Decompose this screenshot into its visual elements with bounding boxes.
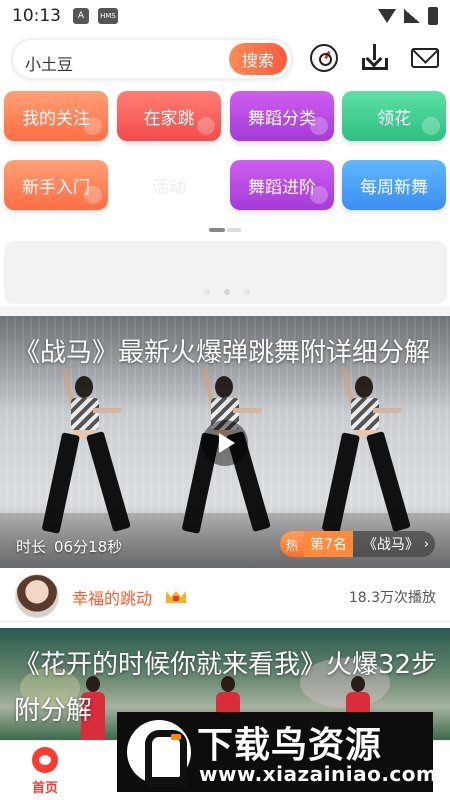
banner-carousel[interactable]: [4, 241, 447, 304]
download-icon[interactable]: [361, 44, 389, 72]
battery-icon: [428, 7, 438, 25]
category-events[interactable]: 活动: [117, 160, 221, 210]
avatar[interactable]: [15, 574, 59, 618]
category-beginner[interactable]: 新手入门: [4, 160, 108, 210]
a-notification-icon: A: [73, 8, 89, 24]
status-time: 10:13: [12, 6, 61, 26]
category-dance-at-home[interactable]: 在家跳: [117, 91, 221, 141]
category-label: 舞蹈进阶: [248, 177, 316, 198]
status-indicators: [378, 7, 438, 25]
watermark-overlay: 下载鸟资源 www.xiazainiao.com: [117, 712, 437, 792]
search-value: 小土豆: [25, 55, 74, 74]
category-claim-flowers[interactable]: 领花: [342, 91, 446, 141]
category-my-follows[interactable]: 我的关注: [4, 91, 108, 141]
category-label: 在家跳: [143, 108, 195, 129]
play-icon[interactable]: [202, 420, 248, 466]
status-bar: 10:13 A HMS: [0, 0, 450, 32]
category-label: 领花: [377, 108, 411, 129]
category-label: 活动: [152, 177, 186, 198]
dancer-decoration-icon: [197, 117, 215, 135]
video-title: 《战马》最新火爆弹跳舞附详细分解: [14, 338, 431, 368]
section-divider: [0, 306, 450, 316]
category-label: 新手入门: [22, 177, 90, 198]
category-page-indicator: [209, 228, 241, 232]
duration-value: 06分18秒: [54, 538, 123, 556]
heart-decoration-icon: [84, 117, 102, 135]
rank-song-name: 《战马》: [362, 537, 419, 553]
grid-decoration-icon: [310, 117, 328, 135]
top-header: 小土豆 搜索: [0, 34, 450, 84]
nav-home-label: 首页: [31, 781, 58, 796]
watermark-bird-logo-icon: [127, 720, 191, 787]
arrow-decoration-icon: [310, 186, 328, 204]
signal-icon: [404, 9, 420, 23]
music-disc-icon[interactable]: [310, 44, 338, 72]
category-label: 我的关注: [22, 108, 90, 129]
author-name[interactable]: 幸福的跳动: [72, 585, 152, 609]
category-advanced[interactable]: 舞蹈进阶: [230, 160, 334, 210]
book-decoration-icon: [84, 186, 102, 204]
hot-badge: 热: [280, 531, 304, 557]
video-card[interactable]: 《战马》最新火爆弹跳舞附详细分解 时长 06分18秒 热 第7名 《战马》 ›: [0, 316, 450, 568]
duration-label: 时长: [16, 538, 47, 556]
category-label: 舞蹈分类: [248, 108, 316, 129]
video-duration: 时长 06分18秒: [16, 536, 122, 557]
play-count: 18.3万次播放: [348, 590, 436, 606]
nav-home[interactable]: 首页: [0, 747, 90, 796]
page-dot: [227, 228, 241, 232]
home-icon: [32, 747, 58, 773]
flower-decoration-icon: [422, 117, 440, 135]
watermark-url: www.xiazainiao.com: [199, 762, 438, 786]
download-tray: [362, 58, 388, 70]
banner-dot: [244, 289, 250, 295]
category-label: 每周新舞: [360, 177, 428, 198]
banner-dot-active: [224, 289, 230, 295]
wifi-icon: [378, 9, 396, 23]
page-dot-active: [209, 228, 225, 232]
chevron-right-icon: ›: [423, 536, 429, 552]
hms-notification-icon: HMS: [98, 8, 118, 24]
mail-icon[interactable]: [411, 48, 439, 68]
banner-dots: [204, 289, 250, 295]
search-button[interactable]: 搜索: [229, 43, 287, 75]
crown-icon: [166, 587, 186, 603]
watermark-title: 下载鸟资源: [197, 725, 383, 766]
rank-number: 第7名: [304, 531, 353, 557]
banner-dot: [204, 289, 210, 295]
category-weekly-new[interactable]: 每周新舞: [342, 160, 446, 210]
ranking-tag[interactable]: 热 第7名 《战马》 ›: [280, 531, 435, 557]
video-author-row[interactable]: 幸福的跳动 18.3万次播放: [0, 568, 450, 622]
category-dance-types[interactable]: 舞蹈分类: [230, 91, 334, 141]
search-input[interactable]: 小土豆 搜索: [11, 38, 293, 80]
